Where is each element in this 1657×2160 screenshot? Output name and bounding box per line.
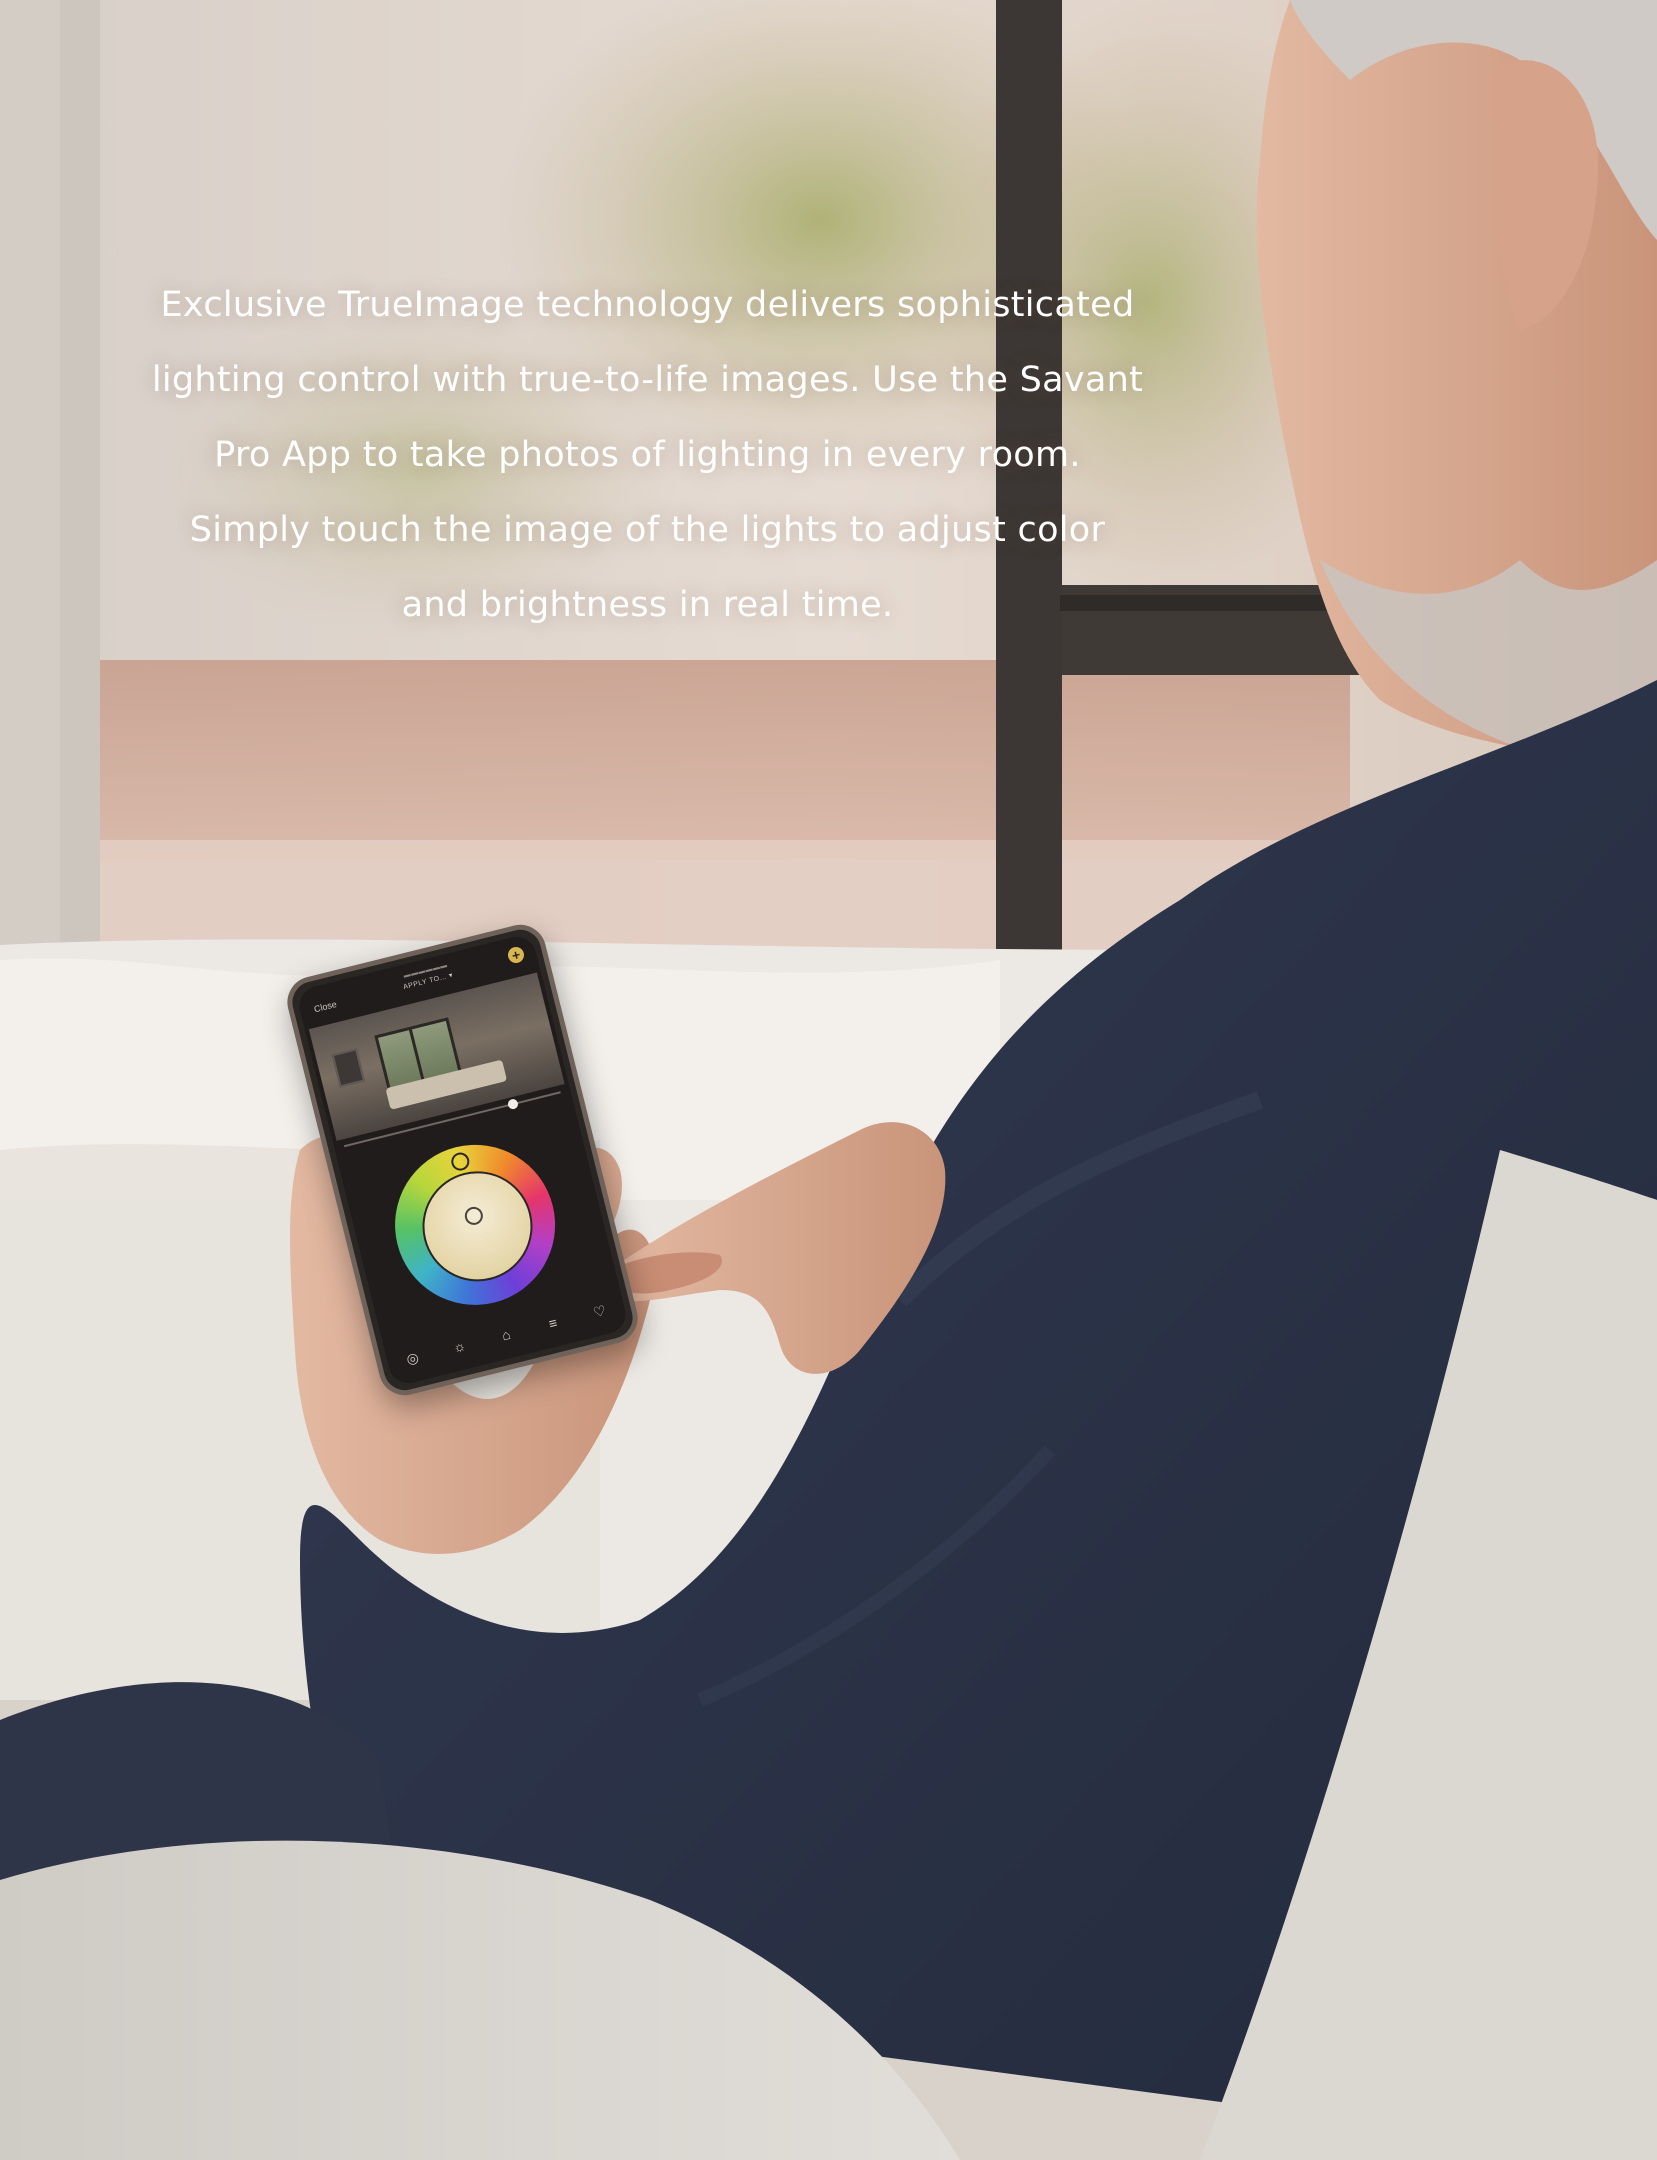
caption-line-1: Exclusive TrueImage technology delivers … [160, 285, 1135, 325]
caption-line-2: lighting control with true-to-life image… [151, 360, 1144, 400]
photo-scene: Exclusive TrueImage technology delivers … [0, 0, 1657, 2160]
sun-icon[interactable]: ☼ [447, 1336, 472, 1357]
add-button[interactable]: + [506, 945, 526, 965]
caption-line-3: Pro App to take photos of lighting in ev… [214, 435, 1081, 475]
caption-line-5: and brightness in real time. [401, 585, 894, 625]
hue-handle[interactable] [449, 1150, 472, 1173]
sliders-icon[interactable]: ≡ [540, 1313, 565, 1334]
lamp-icon[interactable]: ⌂ [493, 1324, 518, 1345]
color-wheel[interactable] [378, 1127, 573, 1322]
wall-picture [331, 1048, 366, 1088]
heart-icon[interactable]: ♡ [587, 1300, 612, 1322]
caption-text: Exclusive TrueImage technology delivers … [100, 268, 1195, 643]
caption-line-4: Simply touch the image of the lights to … [189, 510, 1106, 550]
lens-icon[interactable]: ◎ [400, 1347, 425, 1369]
slider-thumb[interactable] [506, 1098, 519, 1111]
color-preview [410, 1159, 545, 1294]
close-button[interactable]: Close [313, 999, 338, 1014]
